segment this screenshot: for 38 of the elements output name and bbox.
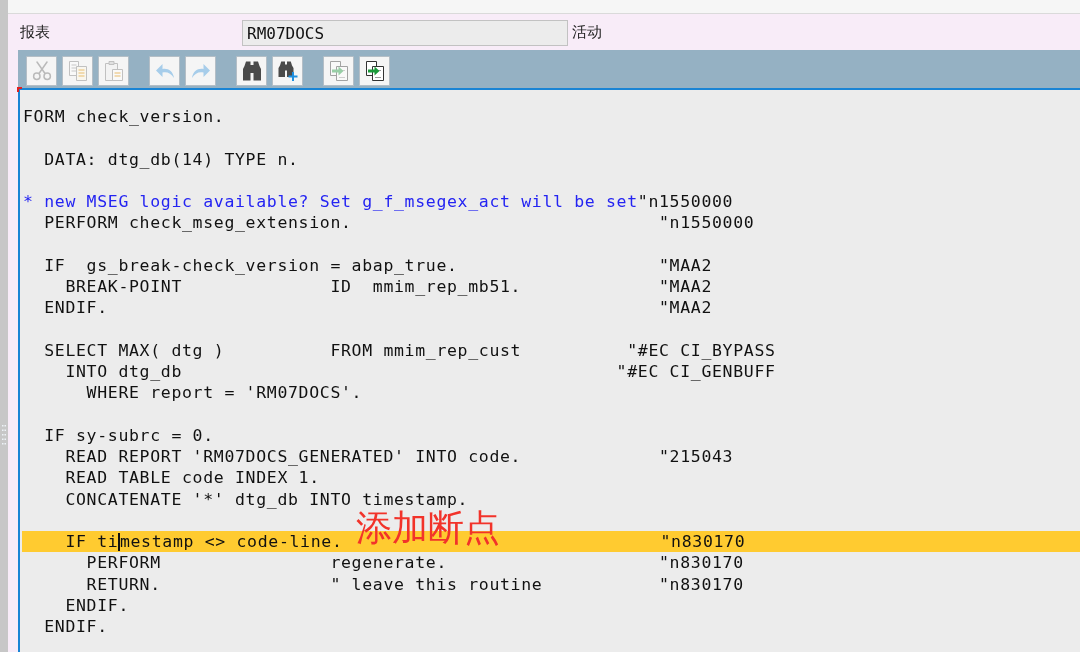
report-label: 报表 (20, 22, 50, 42)
code-text: ENDIF. "MAA2 (43, 298, 712, 318)
splitter[interactable] (0, 0, 8, 652)
code-text: ENDIF. (43, 617, 108, 636)
code-text: IF gs_break-check_version = abap_true. "MAA2 (43, 255, 712, 275)
undo-icon (154, 63, 175, 79)
copy-icon (67, 61, 88, 81)
redo-icon (190, 63, 211, 79)
code-text: READ TABLE code INDEX 1. (64, 468, 320, 488)
code-text: PERFORM check_mseg_extension. "n1550000 (43, 213, 755, 233)
code-text: IF ti (64, 532, 119, 551)
code-text: RETURN. " leave this routine "n830170 (85, 574, 744, 594)
corner-mark-icon (17, 87, 22, 92)
code-text: WHERE report = 'RM07DOCS'. (85, 383, 363, 403)
binoculars-icon (241, 61, 262, 81)
code-text: "n1550000 (637, 192, 734, 211)
scissors-icon (31, 61, 52, 81)
document-arrow-icon (328, 61, 349, 81)
code-text: BREAK-POINT ID mmim_rep_mb51. "MAA2 (64, 277, 712, 296)
status-text: 活动 (571, 22, 602, 42)
document-arrow-icon (364, 61, 385, 81)
code-text: SELECT MAX( dtg ) FROM mmim_rep_cust "#EC CI_BYPASS (43, 340, 776, 360)
code-text: CONCATENATE '*' dtg_db INTO timestamp. (64, 489, 469, 509)
code-text: DATA: dtg_db(14) TYPE n. (43, 149, 299, 169)
code-text: INTO dtg_db "#EC CI_GENBUFF (64, 362, 776, 381)
code-text: PERFORM regenerate. "n830170 (85, 553, 744, 573)
code-comment: * new MSEG logic available? Set g_f_msegex_act will be set (23, 192, 638, 211)
find-button[interactable] (236, 56, 267, 86)
code-text: ENDIF. (64, 595, 129, 615)
code-text: READ REPORT 'RM07DOCS_GENERATED' INTO code. "215043 (64, 447, 734, 466)
binoculars-plus-icon (277, 61, 298, 81)
find-next-button[interactable] (272, 56, 303, 86)
clipboard-icon (103, 61, 124, 81)
text-cursor (118, 533, 120, 551)
report-field[interactable]: RM07DOCS (242, 20, 568, 46)
code-text: FORM check_version. (23, 107, 225, 126)
code-text: IF sy-subrc = 0. (43, 425, 214, 445)
document-arrow-button[interactable] (359, 56, 390, 86)
